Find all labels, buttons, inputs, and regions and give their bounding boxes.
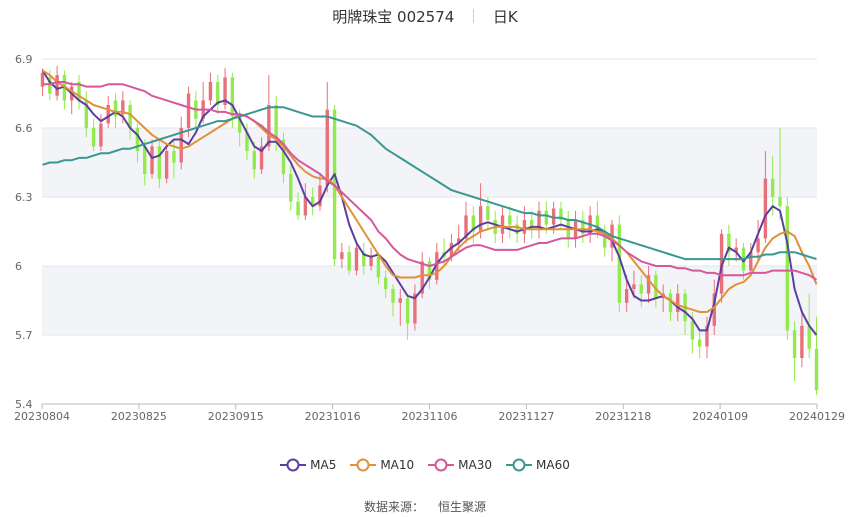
x-tick-label: 20231127 xyxy=(498,410,554,423)
candle-body xyxy=(770,178,775,197)
candle-body xyxy=(814,348,819,391)
source-label: 数据来源： xyxy=(363,500,424,514)
candle-body xyxy=(230,77,235,117)
candle-body xyxy=(508,215,512,225)
candle-body xyxy=(478,206,483,232)
candle-body xyxy=(756,238,760,253)
candle-body xyxy=(807,325,811,349)
legend-label: MA10 xyxy=(380,458,415,472)
y-tick-label: 5.7 xyxy=(15,329,33,342)
candle-body xyxy=(150,146,154,174)
candle-body xyxy=(186,93,191,128)
candle-body xyxy=(252,151,256,170)
candle-body xyxy=(544,210,549,225)
legend-label: MA60 xyxy=(536,458,570,472)
legend-item-ma60[interactable]: MA60 xyxy=(506,458,570,472)
y-tick-label: 6 xyxy=(15,260,22,273)
legend-item-ma5[interactable]: MA5 xyxy=(280,458,336,472)
y-tick-label: 6.3 xyxy=(15,191,33,204)
candle-body xyxy=(383,277,388,289)
x-tick-label: 20240109 xyxy=(692,410,748,423)
candle-body xyxy=(274,105,278,140)
candle-body xyxy=(763,178,768,239)
candle-body xyxy=(172,151,176,163)
legend-item-ma10[interactable]: MA10 xyxy=(350,458,414,472)
candle-body xyxy=(522,220,527,234)
chart-legend: MA5 MA10 MA30 MA60 xyxy=(0,458,850,472)
candle-body xyxy=(99,123,103,147)
x-tick-label: 20230804 xyxy=(14,410,70,423)
candle-body xyxy=(164,151,169,179)
candle-body xyxy=(347,252,351,271)
candlestick-chart: 6.96.66.365.75.420230804 20230825 20230915… xyxy=(14,53,845,423)
x-tick-label: 20230825 xyxy=(111,410,167,423)
candle-body xyxy=(340,252,344,260)
candle-body xyxy=(639,284,643,294)
y-tick-label: 6.6 xyxy=(15,122,33,135)
candle-body xyxy=(632,284,636,289)
candle-body xyxy=(325,109,329,186)
candle-body xyxy=(690,321,695,340)
candle-body xyxy=(208,82,213,101)
x-tick-label: 20231016 xyxy=(305,410,361,423)
candle-body xyxy=(624,289,629,303)
candle-body xyxy=(267,105,271,147)
candle-body xyxy=(500,215,505,234)
candle-body xyxy=(143,146,147,174)
candle-body xyxy=(792,330,797,358)
x-tick-label: 20231218 xyxy=(595,410,651,423)
candle-body xyxy=(800,325,804,358)
legend-item-ma30[interactable]: MA30 xyxy=(428,458,492,472)
candle-body xyxy=(289,174,293,202)
candle-body xyxy=(106,105,110,124)
candle-body xyxy=(785,206,789,331)
candle-body xyxy=(113,100,118,117)
y-tick-label: 6.9 xyxy=(15,53,33,66)
x-tick-label: 20230915 xyxy=(208,410,264,423)
legend-marker-icon xyxy=(506,458,533,472)
candle-body xyxy=(486,206,490,220)
candle-body xyxy=(391,289,395,303)
legend-marker-icon xyxy=(428,458,455,472)
candle-body xyxy=(398,298,402,303)
candle-body xyxy=(296,201,300,216)
candle-body xyxy=(778,197,782,207)
x-tick-label: 20240129 xyxy=(789,410,845,423)
legend-marker-icon xyxy=(280,458,307,472)
candle-body xyxy=(369,256,373,266)
data-source: 数据来源： 恒生聚源 xyxy=(0,498,850,515)
candle-body xyxy=(405,298,410,324)
legend-label: MA30 xyxy=(458,458,493,472)
candle-body xyxy=(55,75,59,96)
candle-body xyxy=(697,339,702,347)
candle-body xyxy=(157,146,162,179)
candle-body xyxy=(91,128,96,147)
candle-body xyxy=(376,256,381,278)
x-tick-label: 20231106 xyxy=(402,410,458,423)
legend-marker-icon xyxy=(350,458,377,472)
legend-label: MA5 xyxy=(310,458,337,472)
source-value: 恒生聚源 xyxy=(438,500,487,514)
candle-body xyxy=(354,247,359,271)
